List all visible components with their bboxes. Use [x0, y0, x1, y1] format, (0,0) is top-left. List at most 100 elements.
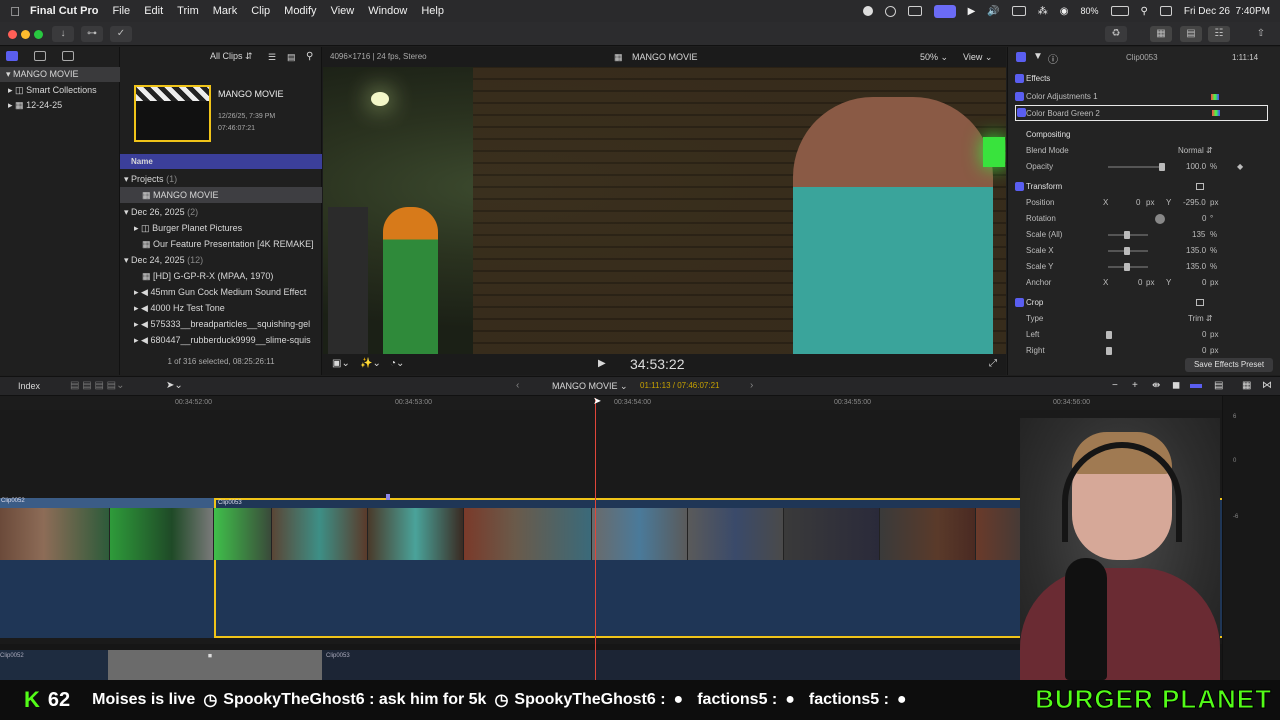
screen-mirror-icon[interactable]	[907, 6, 922, 16]
list-view-icon[interactable]: ▤	[287, 52, 296, 63]
grid-icon[interactable]	[884, 5, 896, 17]
search-icon[interactable]: ⚲	[306, 51, 313, 62]
fullscreen-icon[interactable]: ⤢	[989, 358, 997, 369]
save-effects-preset-button[interactable]: Save Effects Preset	[1185, 358, 1273, 372]
disclosure-triangle-icon[interactable]: ▸	[134, 319, 139, 329]
timecode-display[interactable]: 34:53:22	[630, 356, 685, 372]
trim-handle-icon[interactable]: ⏹	[208, 651, 212, 661]
layout-timeline-button[interactable]: ▤	[1180, 26, 1202, 42]
photos-audio-icon[interactable]	[34, 51, 46, 61]
menu-edit[interactable]: Edit	[144, 5, 163, 17]
info-inspector-icon[interactable]: ⓘ	[1048, 51, 1058, 66]
transform-section[interactable]: Transform	[1008, 179, 1280, 195]
close-window-button[interactable]	[8, 30, 17, 39]
background-tasks-button[interactable]: ✓	[110, 26, 132, 42]
column-header-name[interactable]: Name	[120, 154, 322, 169]
disclosure-triangle-icon[interactable]: ▾	[124, 255, 129, 265]
filmstrip-view-icon[interactable]: ☰	[268, 52, 276, 63]
minimize-window-button[interactable]	[21, 30, 30, 39]
keyframe-icon[interactable]: ◆	[1237, 159, 1243, 175]
browser-group-dec-26[interactable]: ▾ Dec 26, 2025 (2)	[120, 204, 322, 220]
view-menu[interactable]: View ⌄	[963, 52, 992, 63]
zoom-out-icon[interactable]: −	[1112, 380, 1118, 391]
transform-checkbox[interactable]	[1015, 182, 1024, 191]
browser-row[interactable]: ▸ ◀ 575333__breadparticles__squishing-ge…	[120, 316, 322, 332]
audio-clip-right[interactable]: Clip0053	[322, 650, 1022, 680]
rotation-value[interactable]: 0	[1202, 211, 1206, 227]
display-icon[interactable]	[1011, 6, 1026, 16]
crop-type-dropdown[interactable]: Trim ⇵	[1188, 311, 1213, 327]
anchor-y-value[interactable]: 0	[1202, 275, 1206, 291]
opacity-value[interactable]: 100.0	[1186, 159, 1206, 175]
color-swatch-icon[interactable]	[1212, 110, 1220, 116]
history-back-icon[interactable]: ‹	[516, 380, 519, 391]
crop-left-slider-knob[interactable]	[1106, 331, 1112, 339]
scale-y-value[interactable]: 135.0	[1186, 259, 1206, 275]
color-inspector-icon[interactable]: ▼	[1033, 51, 1043, 62]
control-center-icon[interactable]	[1159, 6, 1172, 16]
library-item-mango-movie[interactable]: ▾ MANGO MOVIE	[0, 67, 120, 82]
browser-row-selected[interactable]: ▦ MANGO MOVIE	[120, 187, 322, 203]
effect-color-board[interactable]: Color Board Green 2	[1015, 105, 1268, 121]
disclosure-triangle-icon[interactable]: ▾	[124, 174, 129, 184]
history-forward-icon[interactable]: ›	[750, 380, 753, 391]
browser-group-projects[interactable]: ▾ Projects (1)	[120, 171, 322, 187]
browser-row[interactable]: ▸ ◀ 45mm Gun Cock Medium Sound Effect	[120, 284, 322, 300]
transitions-browser-icon[interactable]: ⋈	[1262, 380, 1272, 391]
library-item-smart-collections[interactable]: ▸ ◫ Smart Collections	[0, 83, 120, 98]
position-y-value[interactable]: -295.0	[1183, 195, 1206, 211]
menu-clip[interactable]: Clip	[251, 5, 270, 17]
playhead[interactable]	[595, 398, 596, 680]
keywords-button[interactable]: ⊶	[81, 26, 103, 42]
effect-checkbox[interactable]	[1015, 92, 1024, 101]
layout-browser-button[interactable]: ▦	[1150, 26, 1172, 42]
connected-marker[interactable]	[386, 494, 390, 500]
browser-row[interactable]: ▦ Our Feature Presentation [4K REMAKE]	[120, 236, 322, 252]
export-button[interactable]: ⇧	[1250, 26, 1272, 42]
menu-help[interactable]: Help	[421, 5, 444, 17]
disclosure-triangle-icon[interactable]: ▸	[134, 335, 139, 345]
search-icon[interactable]: ⚲	[1141, 6, 1148, 17]
zoom-window-button[interactable]	[34, 30, 43, 39]
browser-row[interactable]: ▸ ◀ 680447__rubberduck9999__slime-squis	[120, 332, 322, 348]
play-button[interactable]: ▶	[598, 358, 606, 369]
libraries-icon[interactable]	[6, 51, 18, 61]
library-item-event[interactable]: ▸ ▦ 12-24-25	[0, 98, 120, 113]
crop-section[interactable]: Crop	[1008, 295, 1280, 311]
audio-clip-left[interactable]: Clip0052 ⏹	[0, 650, 322, 680]
enhance-tool-icon[interactable]: ✨⌄	[360, 358, 381, 369]
opacity-slider-knob[interactable]	[1159, 163, 1165, 171]
clip-filter-dropdown[interactable]: All Clips ⇵	[210, 51, 253, 62]
browser-row[interactable]: ▸ ◀ 4000 Hz Test Tone	[120, 300, 322, 316]
color-swatch-icon[interactable]	[1211, 94, 1219, 100]
disclosure-triangle-icon[interactable]: ▸	[8, 100, 13, 110]
scale-x-value[interactable]: 135.0	[1186, 243, 1206, 259]
titles-icon[interactable]	[62, 51, 74, 61]
disclosure-triangle-icon[interactable]: ▸	[134, 223, 139, 233]
menu-mark[interactable]: Mark	[213, 5, 237, 17]
effects-browser-icon[interactable]: ▦	[1242, 380, 1251, 391]
crop-tool-icon[interactable]: ▣⌄	[332, 358, 350, 369]
effects-checkbox[interactable]	[1015, 74, 1024, 83]
volume-icon[interactable]: 🔊	[987, 6, 999, 17]
opacity-slider[interactable]	[1108, 166, 1163, 168]
index-button[interactable]: Index	[18, 381, 40, 391]
bluetooth-icon[interactable]: ⁂	[1038, 6, 1048, 17]
wifi-icon[interactable]: ◉	[1060, 6, 1069, 17]
scale-x-slider-knob[interactable]	[1124, 247, 1130, 255]
audio-skimming-icon[interactable]: ◼	[1172, 380, 1180, 391]
menu-window[interactable]: Window	[368, 5, 407, 17]
solo-icon[interactable]	[1190, 384, 1202, 388]
crop-left-value[interactable]: 0	[1202, 327, 1206, 343]
browser-row[interactable]: ▸ ◫ Burger Planet Pictures	[120, 220, 322, 236]
disclosure-triangle-icon[interactable]: ▸	[8, 85, 13, 95]
scale-all-slider-knob[interactable]	[1124, 231, 1130, 239]
disclosure-triangle-icon[interactable]: ▸	[134, 303, 139, 313]
onscreen-control-icon[interactable]	[1196, 299, 1204, 306]
scale-y-slider-knob[interactable]	[1124, 263, 1130, 271]
select-tool-icon[interactable]: ➤⌄	[166, 380, 183, 391]
menu-view[interactable]: View	[331, 5, 355, 17]
audio-trim-region[interactable]	[108, 650, 322, 680]
browser-row[interactable]: ▦ [HD] G-GP-R-X (MPAA, 1970)	[120, 268, 322, 284]
scale-all-value[interactable]: 135	[1192, 227, 1205, 243]
